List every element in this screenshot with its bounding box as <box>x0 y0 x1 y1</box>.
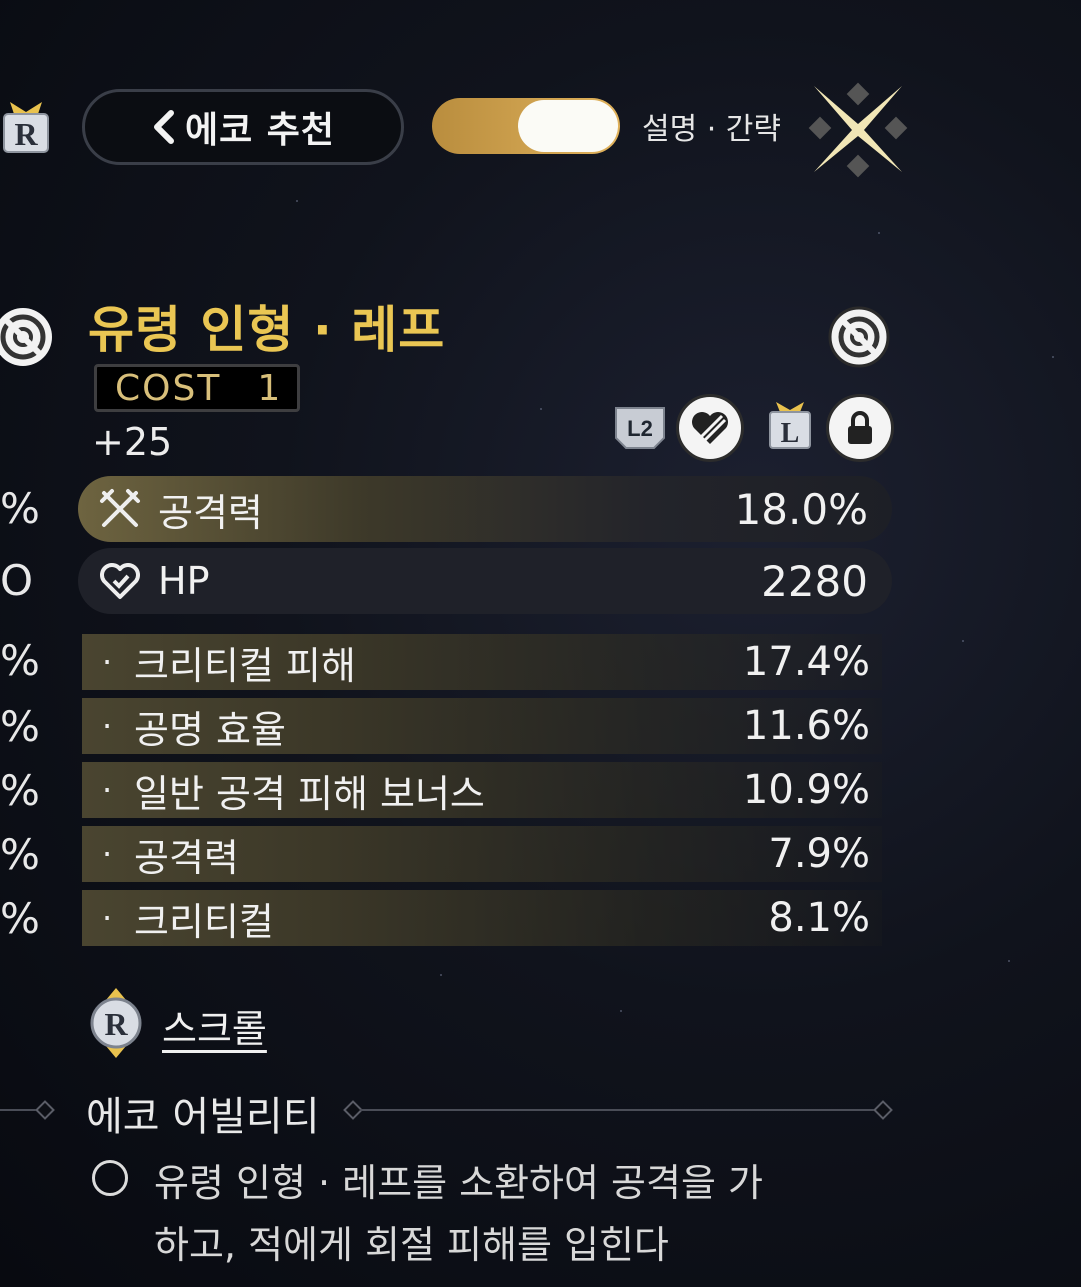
main-stat-row: HP 2280 <box>78 548 892 614</box>
sub-stat-row: · 공격력 7.9% <box>82 826 882 882</box>
sparkle-icon[interactable] <box>806 80 910 180</box>
divider-diamond <box>35 1100 55 1120</box>
left-fragment: % <box>0 484 40 533</box>
cost-value: 1 <box>257 367 283 409</box>
sub-stat-name: 크리티컬 <box>134 899 274 944</box>
sub-stat-value: 7.9% <box>768 831 870 877</box>
ability-title: 에코 어빌리티 <box>86 1094 320 1140</box>
l-badge-icon: L <box>769 402 811 449</box>
svg-text:L: L <box>781 418 800 449</box>
left-fragment: % <box>0 830 40 879</box>
main-stat-row: 공격력 18.0% <box>78 476 892 542</box>
sub-stat-row: · 크리티컬 8.1% <box>82 890 882 946</box>
left-fragment: % <box>0 636 40 685</box>
sub-stat-row: · 크리티컬 피해 17.4% <box>82 634 882 690</box>
description-toggle[interactable] <box>432 98 620 154</box>
divider-diamond <box>873 1100 893 1120</box>
sub-stat-name: 공격력 <box>134 835 239 880</box>
sub-stat-row: · 공명 효율 11.6% <box>82 698 882 754</box>
heart-slash-icon[interactable] <box>676 394 744 462</box>
sub-stat-name: 크리티컬 피해 <box>134 643 356 688</box>
bullet: · <box>102 771 113 809</box>
sub-stat-value: 8.1% <box>768 895 870 941</box>
heart-icon <box>100 563 140 599</box>
back-button-label: 에코 추천 <box>184 110 335 151</box>
crossed-swords-icon <box>100 489 140 527</box>
main-stat-value: 2280 <box>761 556 868 606</box>
sub-stat-name: 공명 효율 <box>134 707 286 752</box>
svg-text:L2: L2 <box>627 416 653 441</box>
main-stat-name: 공격력 <box>158 490 263 535</box>
bullet: · <box>102 707 113 745</box>
left-fragment: % <box>0 894 40 943</box>
left-fragment: O <box>0 556 34 605</box>
echo-name: 유령 인형 · 레프 <box>88 301 446 359</box>
cost-badge: COST 1 <box>94 364 300 412</box>
lock-icon[interactable] <box>826 394 894 462</box>
ability-description: 유령 인형 · 레프를 소환하여 공격을 가하고, 적에게 회절 피해를 입힌다 <box>154 1161 763 1267</box>
sub-stat-value: 17.4% <box>742 639 870 685</box>
left-fragment: % <box>0 702 40 751</box>
sub-stat-value: 11.6% <box>742 703 870 749</box>
toggle-knob <box>518 100 618 152</box>
l2-badge-icon: L2 <box>615 407 665 449</box>
svg-text:R: R <box>104 1006 128 1042</box>
sub-stat-value: 10.9% <box>742 767 870 813</box>
sub-stat-row: · 일반 공격 피해 보너스 10.9% <box>82 762 882 818</box>
left-fragment: % <box>0 766 40 815</box>
bullet: · <box>102 643 113 681</box>
back-button[interactable]: 에코 추천 <box>82 89 404 165</box>
target-icon[interactable] <box>828 306 890 368</box>
bullet: · <box>102 835 113 873</box>
r-scroll-button-icon[interactable]: R <box>84 986 148 1060</box>
r-button-icon[interactable]: R <box>0 98 52 156</box>
ability-bullet-circle <box>92 1160 128 1196</box>
echo-level: +25 <box>92 420 173 464</box>
divider <box>360 1109 876 1111</box>
toggle-label: 설명 · 간략 <box>642 112 782 147</box>
bullet: · <box>102 899 113 937</box>
scroll-label: 스크롤 <box>162 1007 267 1051</box>
sub-stat-name: 일반 공격 피해 보너스 <box>134 771 485 816</box>
main-stat-name: HP <box>158 559 210 603</box>
target-icon-left[interactable] <box>0 306 54 368</box>
cost-label: COST <box>115 367 222 409</box>
chevron-left-icon <box>153 110 174 144</box>
svg-text:R: R <box>14 116 38 152</box>
main-stat-value: 18.0% <box>734 484 868 534</box>
